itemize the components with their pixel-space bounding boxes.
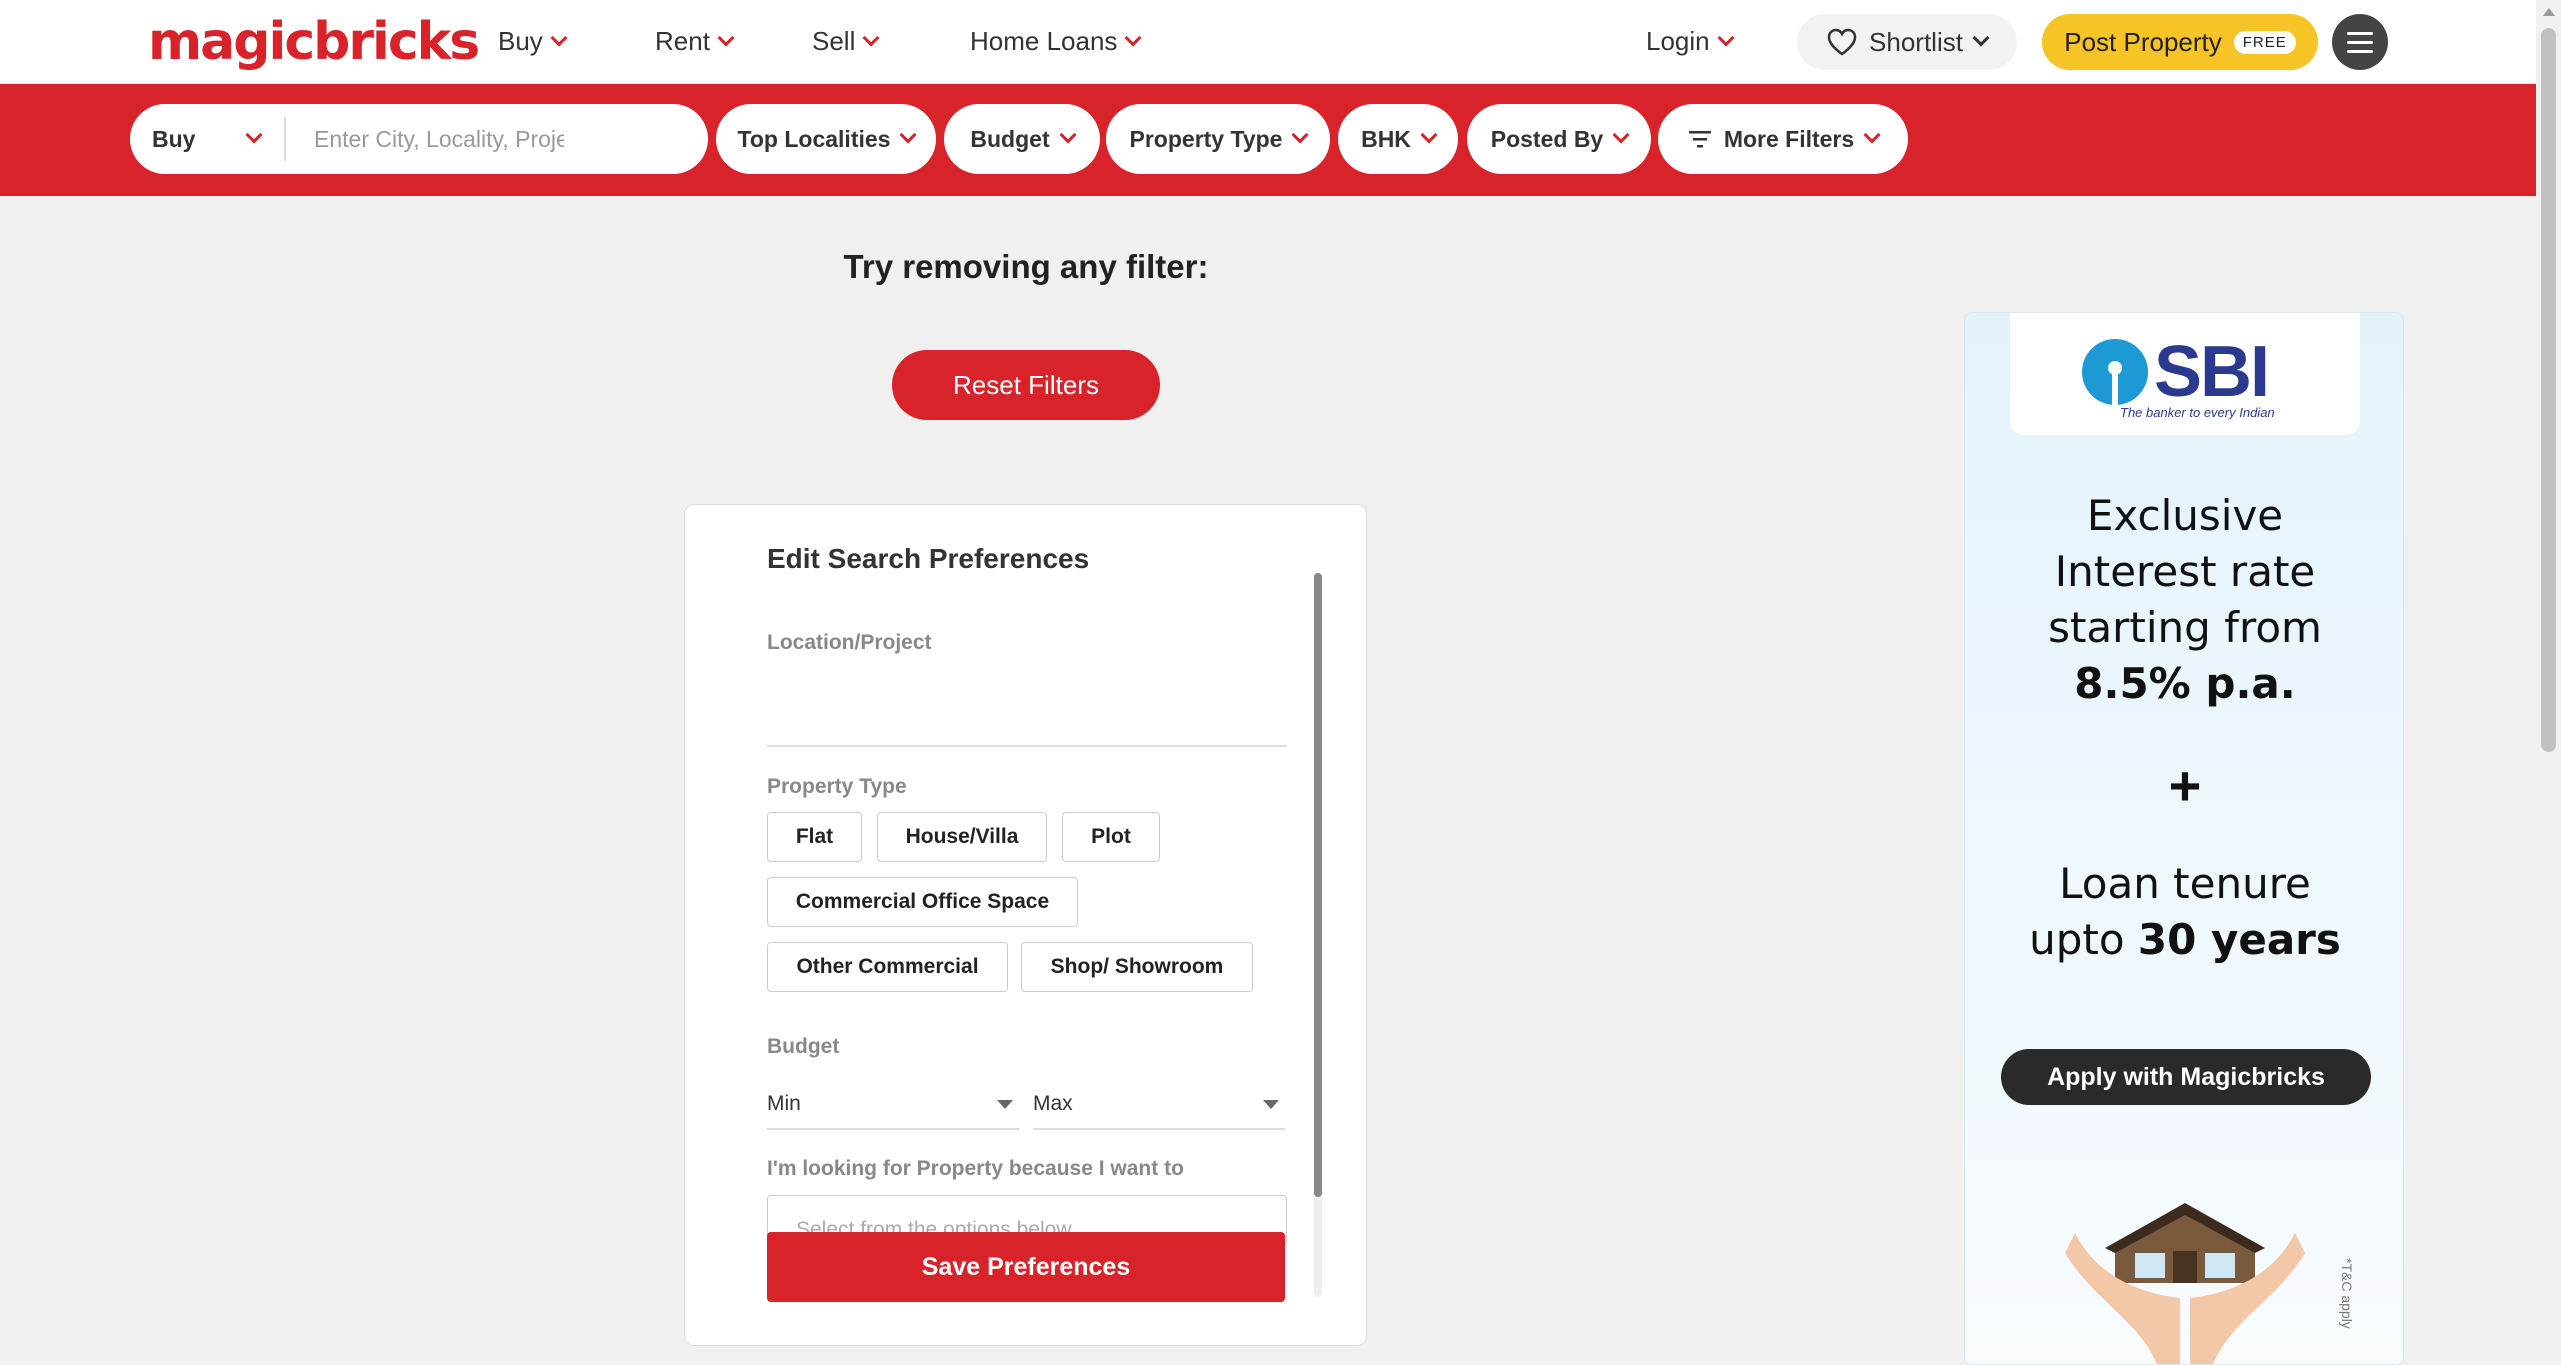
filter-budget[interactable]: Budget xyxy=(944,104,1100,174)
chip-other-commercial[interactable]: Other Commercial xyxy=(767,942,1008,992)
nav-home-loans-label: Home Loans xyxy=(970,26,1118,56)
try-removing-filter-text: Try removing any filter: xyxy=(843,248,1209,285)
filter-more-filters[interactable]: More Filters xyxy=(1658,104,1908,174)
menu-icon-bar xyxy=(2347,31,2373,35)
ad-line-5: upto 30 years xyxy=(1965,915,2403,964)
chevron-down-icon xyxy=(717,29,735,46)
chip-plot[interactable]: Plot xyxy=(1062,812,1160,862)
menu-icon-bar xyxy=(2347,40,2373,44)
apply-with-magicbricks-button[interactable]: Apply with Magicbricks xyxy=(2001,1049,2371,1105)
chevron-down-icon xyxy=(1124,29,1142,46)
page-scrollbar-thumb[interactable] xyxy=(2541,28,2556,752)
filter-posted-by[interactable]: Posted By xyxy=(1467,104,1651,174)
filter-property-type[interactable]: Property Type xyxy=(1106,104,1330,174)
caret-down-icon xyxy=(997,1099,1013,1109)
sbi-advertisement[interactable]: SBI The banker to every Indian Exclusive… xyxy=(1964,312,2404,1365)
chevron-down-icon xyxy=(1291,126,1309,144)
filter-top-localities[interactable]: Top Localities xyxy=(716,104,936,174)
ad-line-3: starting from xyxy=(2048,603,2322,652)
login-menu[interactable]: Login xyxy=(1646,26,1735,57)
ad-upto: upto xyxy=(2029,915,2125,964)
filter-label: Posted By xyxy=(1490,125,1604,152)
top-navbar: magicbricks Buy Rent Sell Home Loans Log… xyxy=(0,0,2536,84)
chip-shop-showroom[interactable]: Shop/ Showroom xyxy=(1021,942,1253,992)
save-preferences-button[interactable]: Save Preferences xyxy=(767,1232,1285,1302)
chip-commercial-office[interactable]: Commercial Office Space xyxy=(767,877,1078,927)
nav-sell-label: Sell xyxy=(812,26,856,56)
budget-label: Budget xyxy=(767,1035,840,1058)
heart-icon xyxy=(1827,28,1857,56)
reason-label: I'm looking for Property because I want … xyxy=(767,1157,1184,1180)
nav-rent[interactable]: Rent xyxy=(655,26,735,57)
property-type-label: Property Type xyxy=(767,775,907,798)
chevron-down-icon xyxy=(1059,126,1077,144)
hamburger-menu-button[interactable] xyxy=(2332,14,2388,70)
budget-min-select[interactable]: Min xyxy=(767,1080,1019,1130)
ad-line-1: Exclusive xyxy=(2086,491,2284,540)
scroll-up-arrow-icon[interactable] xyxy=(2543,8,2555,16)
shortlist-label: Shortlist xyxy=(1869,26,1963,57)
nav-sell[interactable]: Sell xyxy=(812,26,880,57)
shortlist-button[interactable]: Shortlist xyxy=(1797,14,2017,70)
filter-label: Property Type xyxy=(1129,125,1283,152)
sbi-keyhole-icon xyxy=(2082,339,2148,407)
chevron-down-icon xyxy=(550,29,568,46)
search-type-label: Buy xyxy=(152,125,196,152)
ad-rate: 8.5% p.a. xyxy=(2074,659,2296,708)
filter-icon xyxy=(1688,131,1711,148)
nav-buy-label: Buy xyxy=(498,26,543,56)
chevron-down-icon xyxy=(862,29,880,46)
menu-icon-bar xyxy=(2347,49,2373,53)
search-input[interactable] xyxy=(314,125,564,153)
chip-house-villa[interactable]: House/Villa xyxy=(877,812,1047,862)
ad-plus: + xyxy=(2168,754,2202,817)
sbi-logo: SBI xyxy=(2082,331,2270,413)
budget-min-value: Min xyxy=(767,1092,801,1115)
chevron-down-icon xyxy=(899,126,917,144)
filter-label: More Filters xyxy=(1723,125,1855,152)
location-label: Location/Project xyxy=(767,631,932,654)
search-box: Buy xyxy=(130,104,708,174)
nav-home-loans[interactable]: Home Loans xyxy=(970,26,1142,57)
chevron-down-icon xyxy=(1863,126,1881,144)
filter-label: BHK xyxy=(1361,125,1411,152)
nav-buy[interactable]: Buy xyxy=(498,26,568,57)
free-badge: FREE xyxy=(2233,30,2296,54)
prefs-title: Edit Search Preferences xyxy=(767,543,1090,574)
ad-line-2: Interest rate xyxy=(2054,547,2316,596)
budget-max-select[interactable]: Max xyxy=(1033,1080,1285,1130)
filter-bar: Buy Top Localities Budget Property Type … xyxy=(0,84,2536,196)
caret-down-icon xyxy=(1263,1099,1279,1109)
filter-bhk[interactable]: BHK xyxy=(1338,104,1458,174)
chevron-down-icon xyxy=(1717,29,1735,46)
filter-label: Top Localities xyxy=(737,125,891,152)
sbi-logo-text: SBI xyxy=(2154,332,2270,412)
chevron-down-icon xyxy=(245,126,263,144)
prefs-scrollbar-thumb[interactable] xyxy=(1314,573,1322,1197)
ad-line-4: Loan tenure xyxy=(2059,859,2311,908)
ad-tenure: 30 years xyxy=(2137,915,2341,964)
chevron-down-icon xyxy=(1612,126,1630,144)
post-property-button[interactable]: Post Property FREE xyxy=(2042,14,2318,70)
magicbricks-logo[interactable]: magicbricks xyxy=(148,12,480,72)
reset-filters-button[interactable]: Reset Filters xyxy=(892,350,1160,420)
search-type-dropdown[interactable]: Buy xyxy=(130,117,286,161)
edit-search-preferences-card: Edit Search Preferences Location/Project… xyxy=(684,504,1367,1346)
ad-terms: *T&C apply xyxy=(2339,1258,2355,1329)
login-label: Login xyxy=(1646,26,1710,56)
filter-label: Budget xyxy=(970,125,1050,152)
post-property-label: Post Property xyxy=(2064,26,2222,57)
location-input[interactable] xyxy=(767,745,1287,747)
sbi-logo-box: SBI The banker to every Indian xyxy=(2010,313,2360,435)
budget-max-value: Max xyxy=(1033,1092,1073,1115)
chevron-down-icon xyxy=(1972,29,1990,47)
house-in-hands-icon xyxy=(2065,1203,2305,1364)
nav-rent-label: Rent xyxy=(655,26,710,56)
chevron-down-icon xyxy=(1420,126,1438,144)
chip-flat[interactable]: Flat xyxy=(767,812,862,862)
sbi-tagline: The banker to every Indian xyxy=(2120,405,2275,420)
